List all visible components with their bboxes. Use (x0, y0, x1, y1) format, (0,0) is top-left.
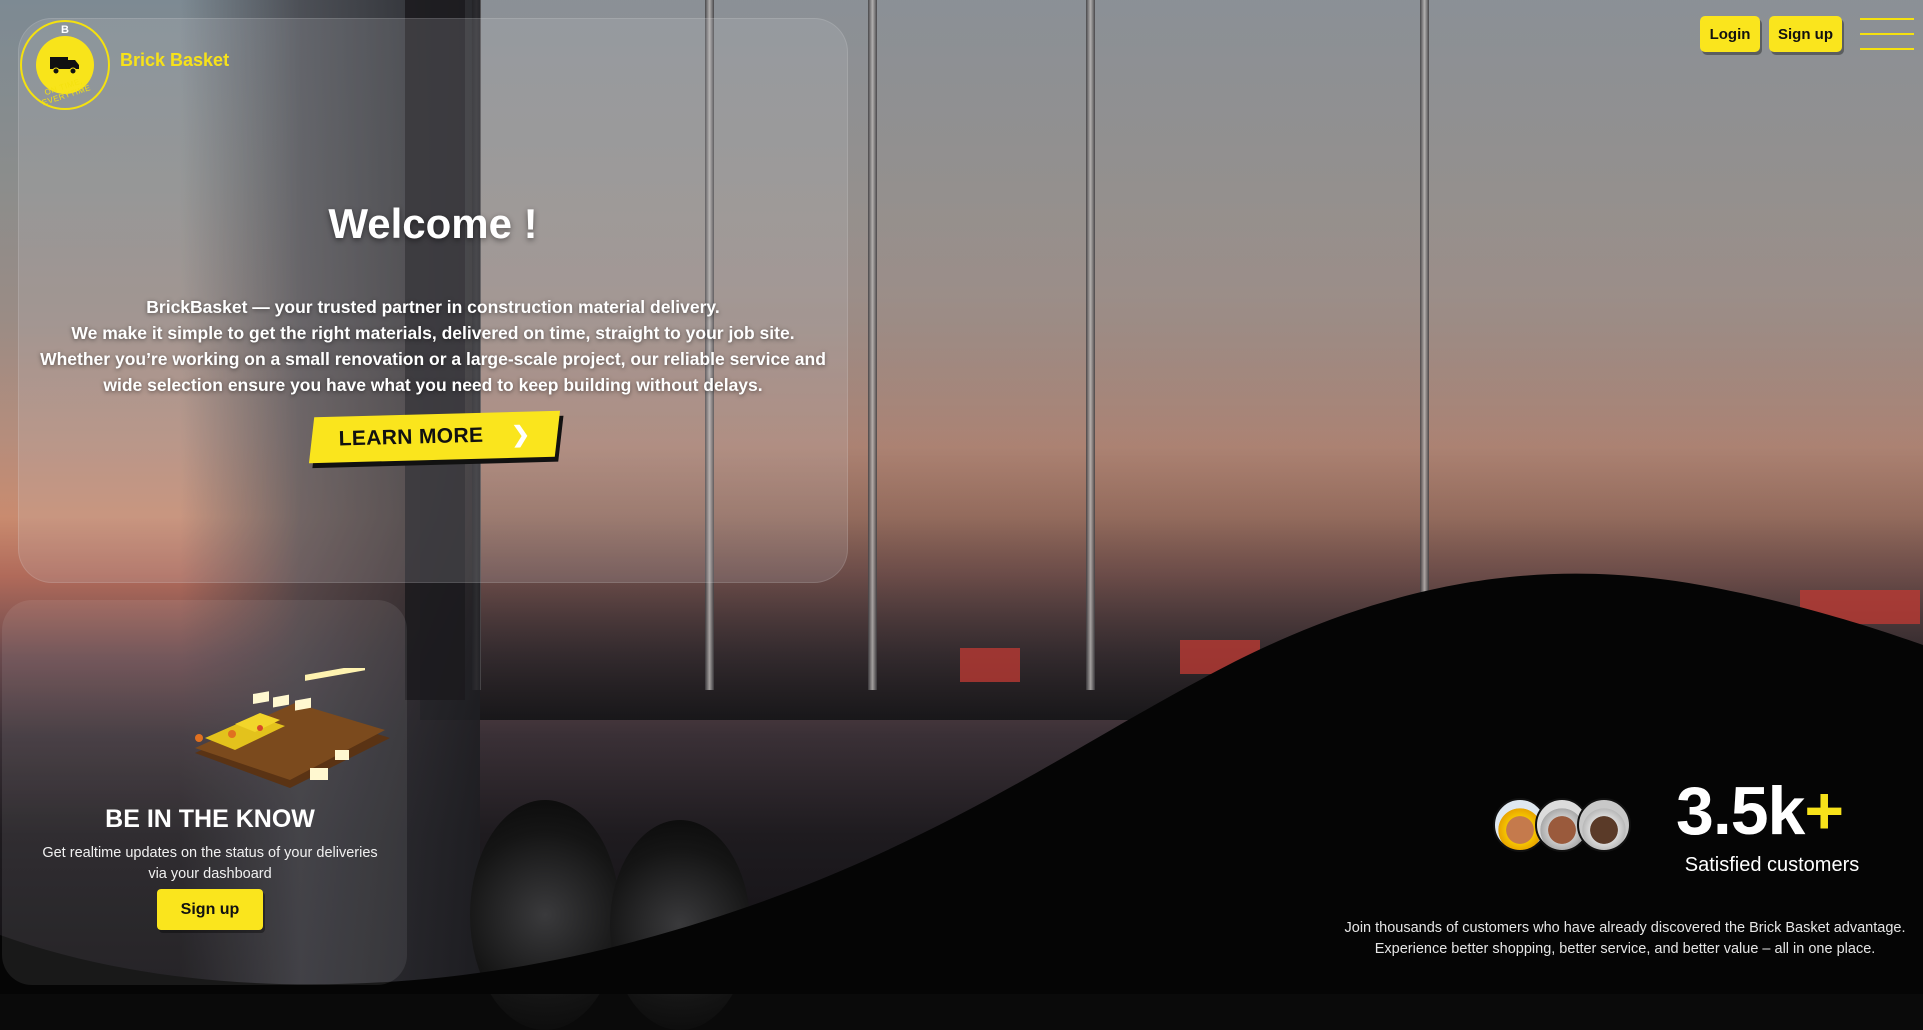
learn-more-label: LEARN MORE (338, 423, 484, 451)
truck-wheel (470, 800, 620, 1030)
join-description: Join thousands of customers who have alr… (1330, 918, 1920, 960)
hero-title: Welcome ! (328, 200, 538, 247)
customers-label: Satisfied customers (1684, 854, 1860, 876)
hero-description: BrickBasket — your trusted partner in co… (28, 294, 838, 398)
trailer-rib (868, 0, 877, 690)
join-line: Join thousands of customers who have alr… (1344, 920, 1906, 936)
trailer-rib (1420, 0, 1429, 690)
reflector-stripe (960, 648, 1020, 682)
logo-letter: B (61, 24, 69, 36)
hero-line: Whether you’re working on a small renova… (40, 349, 826, 369)
customer-avatars (1493, 798, 1633, 854)
hamburger-menu-icon[interactable] (1860, 18, 1914, 50)
avatar (1577, 798, 1631, 852)
hero-line: BrickBasket — your trusted partner in co… (146, 297, 720, 317)
learn-more-button[interactable]: LEARN MORE ❯ (308, 410, 561, 464)
dashboard-signup-button[interactable]: Sign up (157, 889, 263, 930)
know-line: Get realtime updates on the status of yo… (42, 845, 378, 861)
know-description: Get realtime updates on the status of yo… (30, 843, 390, 885)
brand-name[interactable]: Brick Basket (120, 50, 229, 71)
reflector-stripe (1180, 640, 1260, 674)
customers-count-value: 3.5k (1676, 773, 1805, 849)
signup-button[interactable]: Sign up (1769, 16, 1842, 52)
reflector-stripe (1420, 634, 1500, 668)
plus-sign: + (1804, 773, 1844, 849)
dashboard-illustration-icon (195, 668, 390, 788)
hero-line: We make it simple to get the right mater… (71, 323, 795, 343)
join-line: Experience better shopping, better servi… (1374, 941, 1876, 957)
customers-count: 3.5k+ (1676, 772, 1844, 850)
brand-logo[interactable]: B ON TIME, EVERYTIME (20, 20, 110, 110)
reflector-stripe (1800, 590, 1920, 624)
trailer-rib (1086, 0, 1095, 690)
login-button[interactable]: Login (1700, 16, 1760, 52)
know-line: via your dashboard (148, 866, 272, 882)
know-title: BE IN THE KNOW (105, 805, 315, 833)
hero-line: wide selection ensure you have what you … (103, 375, 763, 395)
chevron-right-icon: ❯ (511, 421, 531, 447)
reflector-stripe (1680, 620, 1770, 654)
truck-wheel (610, 820, 750, 1030)
